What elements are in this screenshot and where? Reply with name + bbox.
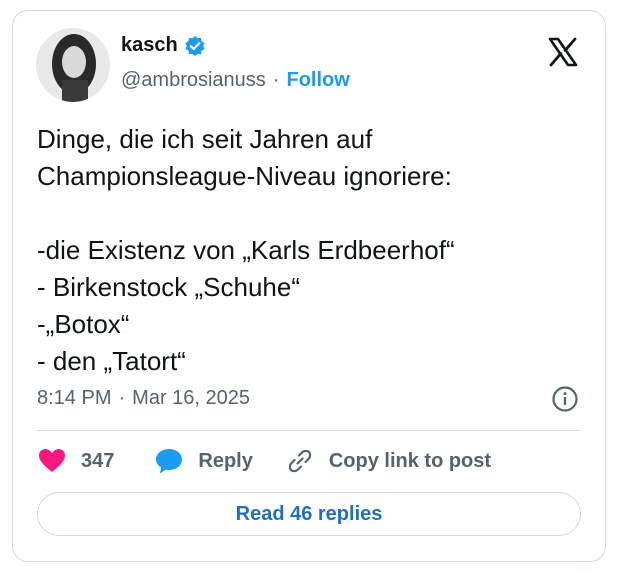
author-name-row: kasch xyxy=(121,34,206,57)
info-icon[interactable] xyxy=(551,385,579,413)
author-handle-row: @ambrosianuss · Follow xyxy=(121,69,350,92)
speech-bubble-icon xyxy=(154,446,184,476)
copy-link-label: Copy link to post xyxy=(328,449,492,472)
tweet-text: Dinge, die ich seit Jahren auf Champions… xyxy=(37,124,455,376)
read-replies-button[interactable]: Read 46 replies xyxy=(37,492,581,536)
author-display-name[interactable]: kasch xyxy=(121,34,178,57)
link-icon xyxy=(285,446,315,476)
avatar[interactable] xyxy=(36,28,110,102)
tweet-date[interactable]: Mar 16, 2025 xyxy=(132,387,250,410)
follow-button[interactable]: Follow xyxy=(286,69,349,92)
tweet-timestamp[interactable]: 8:14 PM · Mar 16, 2025 xyxy=(37,387,250,410)
action-bar: 347 Reply Copy link to post xyxy=(37,445,491,477)
timestamp-separator: · xyxy=(118,387,126,409)
like-button[interactable]: 347 xyxy=(37,446,114,476)
heart-icon xyxy=(37,446,67,476)
author-handle[interactable]: @ambrosianuss xyxy=(121,69,266,92)
reply-button[interactable]: Reply xyxy=(154,446,253,476)
handle-separator: · xyxy=(272,69,280,91)
tweet-card: kasch @ambrosianuss · Follow Dinge, die … xyxy=(12,10,606,562)
read-replies-label: Read 46 replies xyxy=(235,502,383,525)
verified-badge-icon xyxy=(184,35,206,57)
copy-link-button[interactable]: Copy link to post xyxy=(285,446,491,476)
divider xyxy=(37,430,581,431)
tweet-time[interactable]: 8:14 PM xyxy=(37,387,111,410)
x-logo-icon[interactable] xyxy=(547,36,579,68)
reply-label: Reply xyxy=(198,449,253,472)
like-count: 347 xyxy=(81,449,115,472)
